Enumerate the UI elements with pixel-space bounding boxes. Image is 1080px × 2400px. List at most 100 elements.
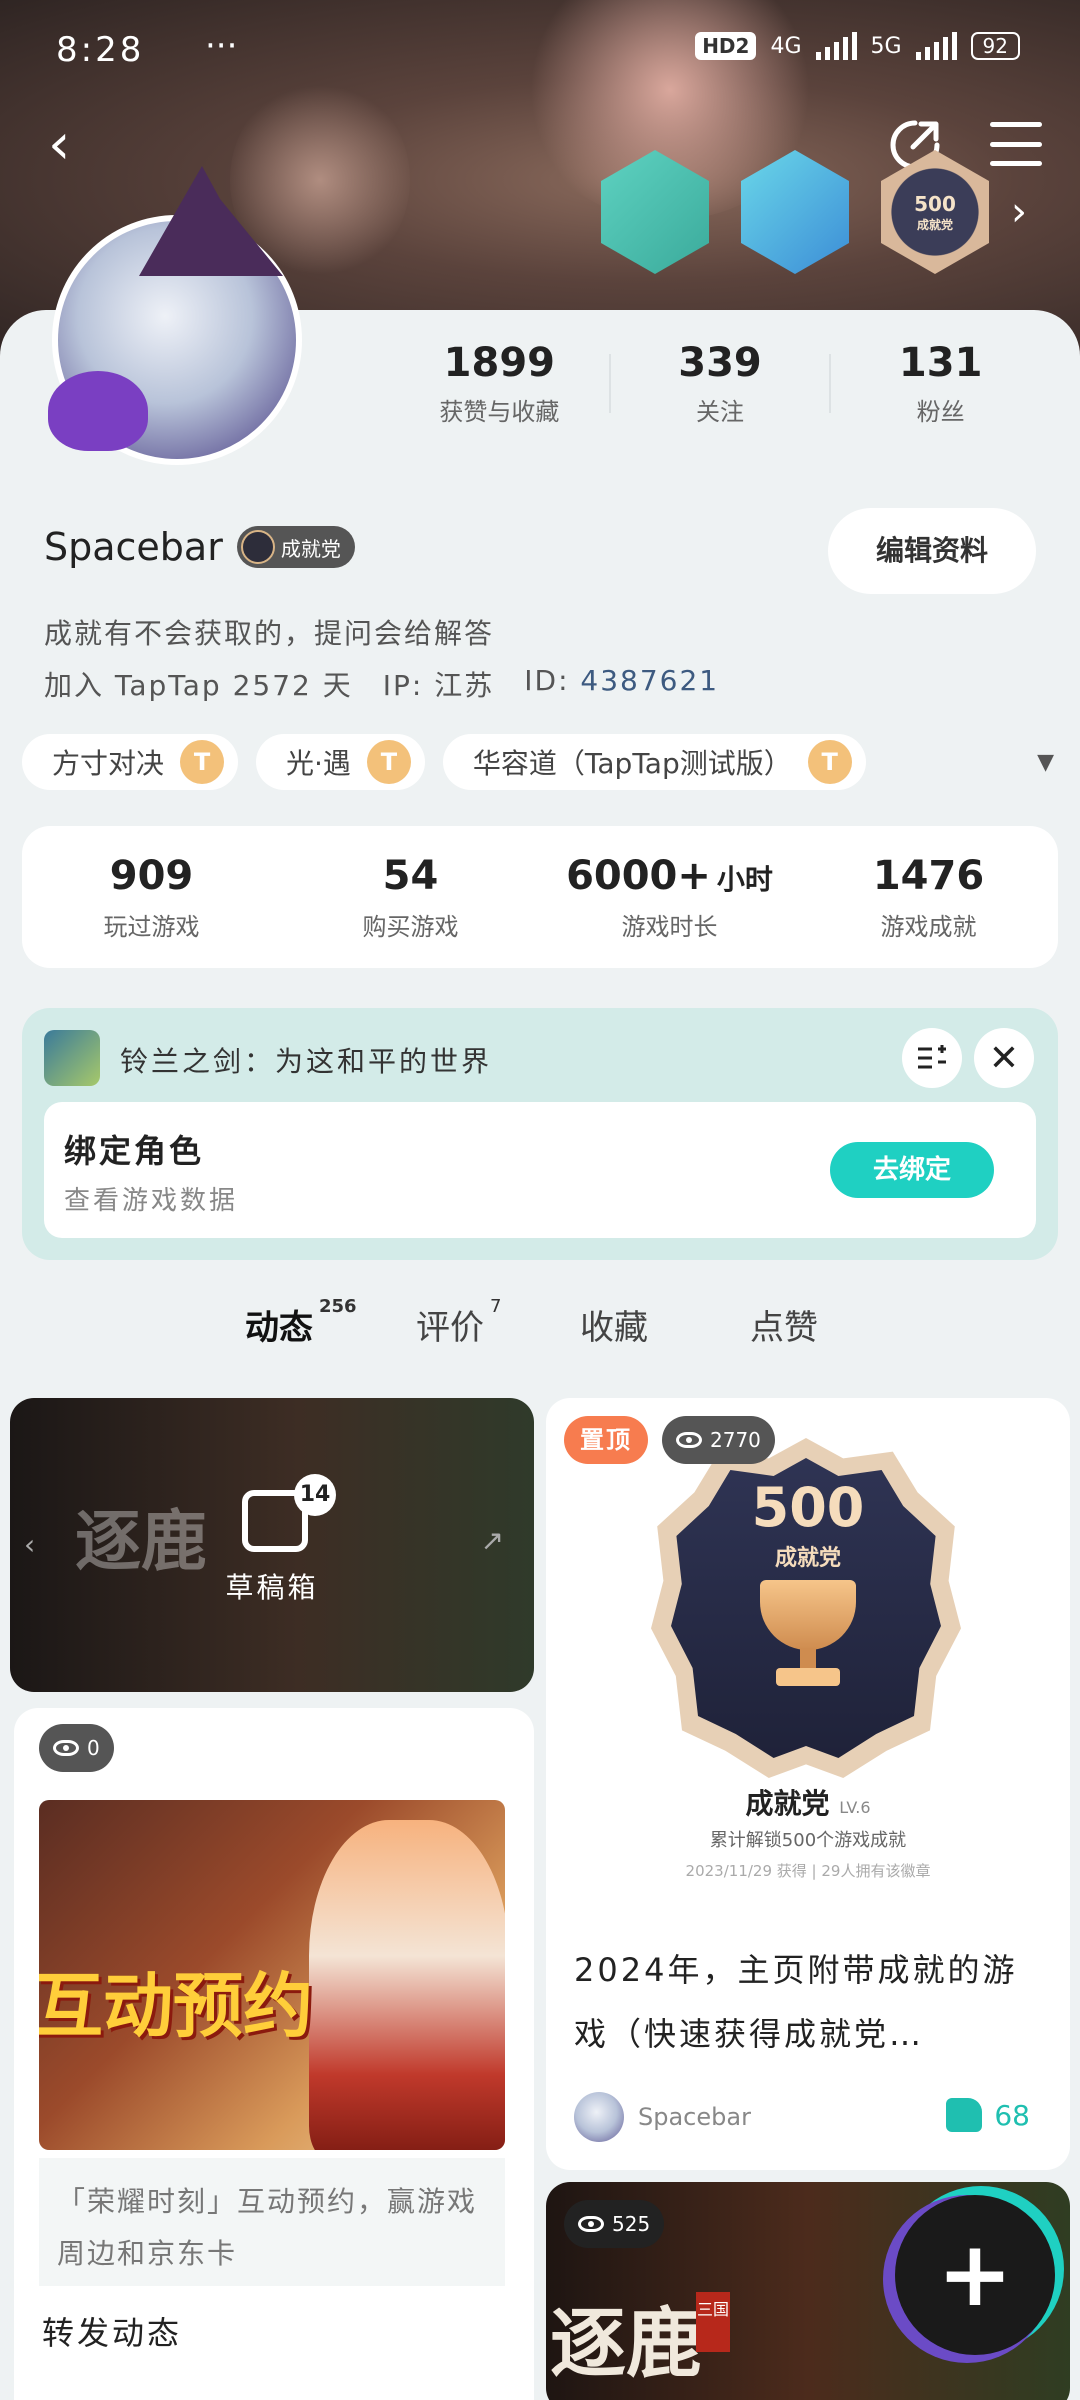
stat-achievements[interactable]: 1476 游戏成就 <box>799 853 1058 942</box>
stat-played[interactable]: 909 玩过游戏 <box>22 853 281 942</box>
tab-label: 收藏 <box>580 1308 648 1348</box>
post-image[interactable]: 互动预约 <box>39 1800 505 2150</box>
network-label-5g: 5G <box>870 33 902 59</box>
achievement-badge-number: 500 <box>914 191 956 216</box>
avatar[interactable] <box>48 166 302 465</box>
badge-2[interactable] <box>741 150 849 274</box>
tab-likes[interactable]: 点赞 <box>750 1300 818 1349</box>
stat-unit: 小时 <box>716 862 773 896</box>
hd-icon: HD2 <box>695 32 757 60</box>
title-chip[interactable]: 成就党 <box>236 526 355 568</box>
achievement-badge[interactable]: 500 成就党 <box>881 150 989 274</box>
like-button[interactable]: 68 <box>946 2098 1030 2132</box>
post-title: 转发动态 <box>42 2314 183 2352</box>
game-chip[interactable]: 华容道（TapTap测试版） T <box>442 734 866 790</box>
username: Spacebar <box>44 525 223 569</box>
status-bar: 8:28 ··· HD2 4G 5G 92 <box>0 0 1080 100</box>
stat-label: 粉丝 <box>916 398 965 426</box>
status-time: 8:28 <box>56 30 145 70</box>
pinned-post-card[interactable]: 500 成就党 置顶 2770 成就党 LV.6 累计解锁500个游戏成就 20… <box>546 1398 1070 2170</box>
tab-label: 动态 <box>245 1308 313 1348</box>
stat-purchased[interactable]: 54 购买游戏 <box>281 853 540 942</box>
tab-label: 点赞 <box>750 1308 818 1348</box>
content-tabs: 动态 256 评价 7 收藏 点赞 <box>0 1296 1080 1360</box>
stat-label: 获赞与收藏 <box>439 398 560 426</box>
view-count: 525 <box>564 2200 665 2248</box>
achievement-badge-label: 成就党 <box>774 1546 841 1571</box>
game-chip-name: 方寸对决 <box>52 747 165 780</box>
tab-count: 256 <box>319 1296 357 1317</box>
badge-1[interactable] <box>601 150 709 274</box>
game-chip-name: 光·遇 <box>286 747 351 780</box>
signal-icon <box>815 32 857 60</box>
user-id-value: 4387621 <box>580 664 720 697</box>
caret-down-icon[interactable]: ▼ <box>1037 750 1054 775</box>
user-id[interactable]: ID: 4387621 <box>524 664 719 704</box>
join-days: 加入 TapTap 2572 天 <box>44 669 353 702</box>
bind-button[interactable]: 去绑定 <box>830 1142 994 1198</box>
stat-number: 339 <box>678 340 762 386</box>
tab-favorites[interactable]: 收藏 <box>580 1300 648 1349</box>
game-stats-card: 909 玩过游戏 54 购买游戏 6000+ 小时 游戏时长 1476 游戏成就 <box>22 826 1058 968</box>
stat-followers[interactable]: 131 粉丝 <box>831 340 1050 427</box>
title-chip-label: 成就党 <box>280 536 341 561</box>
bind-subtitle: 查看游戏数据 <box>64 1186 239 1216</box>
trophy-icon <box>746 1580 870 1690</box>
recent-games: 方寸对决 T 光·遇 T 华容道（TapTap测试版） T ▼ <box>22 734 1062 790</box>
stat-number: 1899 <box>443 340 555 386</box>
game-chip[interactable]: 方寸对决 T <box>22 734 239 790</box>
avatar <box>574 2092 624 2142</box>
bind-game-name: 铃兰之剑：为这和平的世界 <box>120 1045 493 1078</box>
pinned-tag: 置顶 <box>564 1416 648 1464</box>
bind-role-card: 铃兰之剑：为这和平的世界 ✕ 绑定角色 查看游戏数据 去绑定 <box>22 1008 1058 1260</box>
stat-label: 关注 <box>696 398 744 426</box>
stat-likes[interactable]: 1899 获赞与收藏 <box>390 340 609 427</box>
post-card[interactable]: 0 互动预约 「荣耀时刻」互动预约，赢游戏周边和京东卡 转发动态 <box>14 1708 534 2400</box>
achievement-level: LV.6 <box>839 1798 871 1817</box>
game-chip-name: 华容道（TapTap测试版） <box>472 747 792 780</box>
draft-label: 草稿箱 <box>225 1571 319 1604</box>
close-icon[interactable]: ✕ <box>974 1028 1034 1088</box>
stat-label: 游戏时长 <box>621 912 718 941</box>
video-seal: 三国 <box>696 2292 730 2352</box>
tap-level-icon: T <box>807 740 852 784</box>
edit-profile-button[interactable]: 编辑资料 <box>828 508 1036 594</box>
view-count-value: 2770 <box>710 1428 761 1452</box>
eye-icon <box>53 1740 79 1756</box>
draft-count: 14 <box>294 1474 336 1516</box>
ip-location: IP: 江苏 <box>382 669 495 702</box>
user-id-label: ID: <box>524 664 570 697</box>
tab-reviews[interactable]: 评价 7 <box>416 1296 501 1349</box>
create-post-button[interactable]: + <box>895 2195 1055 2355</box>
stat-following[interactable]: 339 关注 <box>611 340 830 427</box>
view-count: 2770 <box>662 1416 775 1464</box>
stat-playtime[interactable]: 6000+ 小时 游戏时长 <box>540 853 799 942</box>
post-title: 2024年，主页附带成就的游戏（快速获得成就党… <box>574 1951 1018 2053</box>
stat-label: 玩过游戏 <box>103 912 200 941</box>
view-count-value: 0 <box>87 1736 100 1760</box>
game-chip[interactable]: 光·遇 T <box>256 734 425 790</box>
signal-icon <box>915 32 957 60</box>
stat-number: 54 <box>382 852 439 899</box>
back-button[interactable]: ‹ <box>48 117 88 173</box>
switch-game-button[interactable] <box>902 1028 962 1088</box>
quoted-post[interactable]: 「荣耀时刻」互动预约，赢游戏周边和京东卡 <box>39 2158 505 2286</box>
thumbs-up-icon <box>946 2098 983 2132</box>
username-row: Spacebar 成就党 <box>44 525 355 569</box>
network-label-4g: 4G <box>770 33 802 59</box>
stat-number: 1476 <box>872 852 985 899</box>
poster-title: 互动预约 <box>39 1964 313 2047</box>
chevron-left-icon: ‹ <box>24 1528 36 1561</box>
tab-label: 评价 <box>416 1308 484 1348</box>
status-more-dots: ··· <box>205 26 238 66</box>
bind-panel: 绑定角色 查看游戏数据 去绑定 <box>44 1102 1036 1238</box>
badge-wall[interactable]: 500 成就党 › <box>595 150 1027 274</box>
tab-posts[interactable]: 动态 256 <box>245 1296 357 1351</box>
bio: 成就有不会获取的，提问会给解答 <box>44 617 495 650</box>
chevron-right-icon[interactable]: › <box>1011 189 1027 235</box>
achievement-badge-label: 成就党 <box>916 217 953 232</box>
drafts-card[interactable]: 逐鹿 ‹ ↗ 14 草稿箱 <box>10 1398 534 1692</box>
tab-count: 7 <box>490 1296 502 1317</box>
post-author[interactable]: Spacebar <box>574 2092 751 2142</box>
bind-title: 绑定角色 <box>64 1132 205 1170</box>
